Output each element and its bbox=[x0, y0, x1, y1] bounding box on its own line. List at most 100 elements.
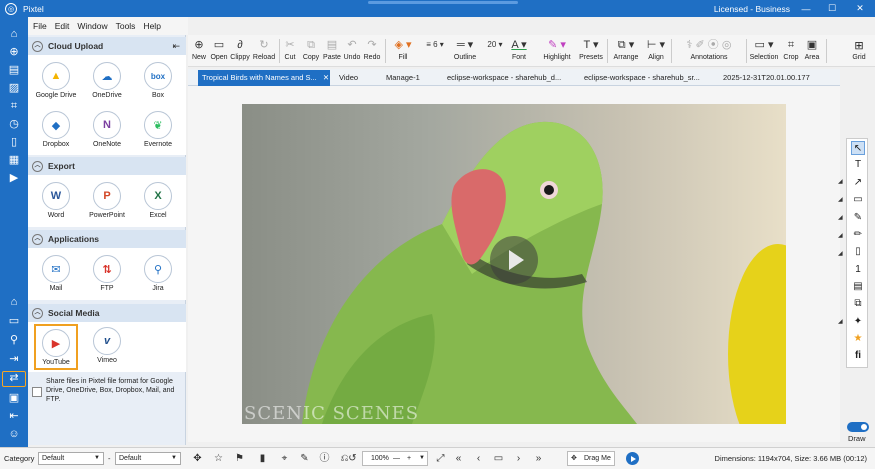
annotations-button[interactable]: ⚕ ✐ ⦿ ◎ Annotations bbox=[674, 37, 744, 65]
folder-icon[interactable]: ▭ bbox=[7, 314, 21, 328]
tab-tropical-birds[interactable]: Tropical Birds with Names and S... ✕ bbox=[198, 70, 330, 86]
grid-button[interactable]: ⊞ Grid bbox=[848, 38, 870, 61]
open-button[interactable]: ▭ Open bbox=[209, 37, 229, 65]
align-button[interactable]: ⊢ ▾ Align bbox=[644, 37, 668, 65]
rectangle-icon[interactable]: ▭ bbox=[851, 193, 865, 207]
font-button[interactable]: A ▾ Font bbox=[506, 37, 532, 65]
pen-icon[interactable]: ✎ bbox=[851, 211, 865, 225]
collapse-chevron-icon[interactable]: ︿ bbox=[32, 307, 43, 319]
share-format-checkbox[interactable] bbox=[32, 387, 42, 397]
timer-icon[interactable]: ◷ bbox=[7, 117, 21, 131]
tab-manage[interactable]: Manage-1 bbox=[382, 70, 424, 86]
first-page-icon[interactable]: « bbox=[452, 452, 465, 465]
crop-frame-icon[interactable]: ⌗ bbox=[7, 99, 21, 113]
marker-icon[interactable]: ✏ bbox=[851, 228, 865, 242]
play-overlay-button[interactable] bbox=[490, 236, 538, 284]
history-icon[interactable]: ↺ bbox=[346, 452, 359, 465]
font-size-select[interactable]: 20 ▾ bbox=[484, 37, 506, 65]
zoom-in-button[interactable]: + bbox=[407, 452, 411, 465]
tile-google-drive[interactable]: ▲ Google Drive bbox=[30, 59, 82, 103]
add-circle-icon[interactable]: ⊕ bbox=[7, 45, 21, 59]
close-tab-icon[interactable]: ✕ bbox=[323, 73, 329, 82]
search-icon[interactable]: ⚲ bbox=[7, 333, 21, 347]
badge-icon[interactable]: ▣ bbox=[7, 391, 21, 405]
tile-onedrive[interactable]: ☁ OneDrive bbox=[81, 59, 133, 103]
section-cloud-upload[interactable]: ︿ Cloud Upload ⇤ bbox=[28, 37, 186, 55]
tile-excel[interactable]: X Excel bbox=[132, 179, 184, 223]
bookmark-icon[interactable]: ▯ bbox=[7, 135, 21, 149]
home-icon[interactable]: ⌂ bbox=[7, 27, 21, 41]
tile-evernote[interactable]: ❦ Evernote bbox=[132, 108, 184, 152]
expand-tool-arrow-icon[interactable]: ◢ bbox=[838, 196, 843, 203]
selection-button[interactable]: ▭ ▾ Selection bbox=[749, 37, 779, 65]
expand-tool-arrow-icon[interactable]: ◢ bbox=[838, 232, 843, 239]
highlight-button[interactable]: ✎ ▾ Highlight bbox=[541, 37, 573, 65]
expand-tool-arrow-icon[interactable]: ◢ bbox=[838, 178, 843, 185]
tile-powerpoint[interactable]: P PowerPoint bbox=[81, 179, 133, 223]
fi-icon[interactable]: fi bbox=[851, 349, 865, 363]
user-icon[interactable]: ☺ bbox=[7, 427, 21, 441]
next-page-icon[interactable]: › bbox=[512, 452, 525, 465]
resize-icon[interactable]: ✥ bbox=[191, 452, 204, 465]
redo-button[interactable]: ↷ Redo bbox=[363, 37, 381, 65]
tile-dropbox[interactable]: ◆ Dropbox bbox=[30, 108, 82, 152]
tab-video[interactable]: Video bbox=[335, 70, 362, 86]
collapse-chevron-icon[interactable]: ︿ bbox=[32, 160, 43, 172]
stamp-icon[interactable]: ▤ bbox=[851, 280, 865, 294]
section-export[interactable]: ︿ Export bbox=[28, 157, 186, 175]
tile-jira[interactable]: ⚲ Jira bbox=[132, 252, 184, 296]
copy-stack-icon[interactable]: ⧉ bbox=[851, 297, 865, 311]
zoom-control[interactable]: 100% — + ▼ bbox=[362, 451, 428, 466]
close-button[interactable]: ✕ bbox=[847, 0, 873, 17]
pointer-icon[interactable]: ↖ bbox=[851, 141, 865, 155]
menu-file[interactable]: File bbox=[33, 21, 47, 31]
clippy-button[interactable]: ∂ Clippy bbox=[229, 37, 251, 65]
bookmark-icon[interactable]: ▮ bbox=[256, 452, 269, 465]
expand-tool-arrow-icon[interactable]: ◢ bbox=[838, 318, 843, 325]
reload-button[interactable]: ↻ Reload bbox=[252, 37, 276, 65]
arrange-button[interactable]: ⧉ ▾ Arrange bbox=[610, 37, 642, 65]
house-icon[interactable]: ⌂ bbox=[7, 295, 21, 309]
tile-vimeo[interactable]: v Vimeo bbox=[81, 324, 133, 368]
expand-tool-arrow-icon[interactable]: ◢ bbox=[838, 214, 843, 221]
menu-edit[interactable]: Edit bbox=[55, 21, 70, 31]
category-select[interactable]: Default ▼ bbox=[38, 452, 104, 465]
last-page-icon[interactable]: » bbox=[532, 452, 545, 465]
tab-timestamp[interactable]: 2025-12-31T20.01.00.177 bbox=[719, 70, 829, 86]
draw-toggle[interactable] bbox=[847, 422, 869, 432]
tab-eclipse-d[interactable]: eclipse-workspace - sharehub_d... bbox=[443, 70, 573, 86]
pin-panel-icon[interactable]: ⇤ bbox=[172, 41, 180, 52]
collapse-chevron-icon[interactable]: ︿ bbox=[32, 40, 43, 52]
text-icon[interactable]: T bbox=[851, 158, 865, 172]
star-outline-icon[interactable]: ☆ bbox=[212, 452, 225, 465]
tag-icon[interactable]: ⌖ bbox=[278, 452, 291, 465]
undo-button[interactable]: ↶ Undo bbox=[343, 37, 361, 65]
expand-icon[interactable]: ⤢ bbox=[434, 452, 447, 465]
tile-youtube[interactable]: ▶ YouTube bbox=[34, 324, 78, 370]
minimize-button[interactable]: — bbox=[793, 0, 819, 17]
page-frame-icon[interactable]: ▭ bbox=[492, 452, 505, 465]
previous-page-icon[interactable]: ‹ bbox=[472, 452, 485, 465]
subcategory-select[interactable]: Default ▼ bbox=[115, 452, 181, 465]
video-icon[interactable]: ▶ bbox=[7, 171, 21, 185]
fill-button[interactable]: ◈ ▾ Fill bbox=[388, 37, 418, 65]
tile-word[interactable]: W Word bbox=[30, 179, 82, 223]
paste-button[interactable]: ▤ Paste bbox=[322, 37, 342, 65]
section-social-media[interactable]: ︿ Social Media bbox=[28, 304, 186, 322]
info-icon[interactable]: ⓘ bbox=[318, 452, 331, 465]
menu-window[interactable]: Window bbox=[77, 21, 107, 31]
edit-icon[interactable]: ✎ bbox=[298, 452, 311, 465]
expand-tool-arrow-icon[interactable]: ◢ bbox=[838, 250, 843, 257]
tile-onenote[interactable]: N OneNote bbox=[81, 108, 133, 152]
document-icon[interactable]: ▤ bbox=[7, 63, 21, 77]
crop-button[interactable]: ⌗ Crop bbox=[782, 37, 800, 65]
drag-me-button[interactable]: ✥ Drag Me bbox=[567, 451, 615, 466]
share-icon[interactable]: ⇄ bbox=[2, 371, 26, 387]
copy-button[interactable]: ⧉ Copy bbox=[301, 37, 321, 65]
area-button[interactable]: ▣ Area bbox=[802, 37, 822, 65]
menu-help[interactable]: Help bbox=[143, 21, 160, 31]
presets-button[interactable]: T ▾ Presets bbox=[578, 37, 604, 65]
outline-button[interactable]: ═ ▾ Outline bbox=[450, 37, 480, 65]
collapse-chevron-icon[interactable]: ︿ bbox=[32, 233, 43, 245]
maximize-button[interactable]: ☐ bbox=[819, 0, 845, 17]
